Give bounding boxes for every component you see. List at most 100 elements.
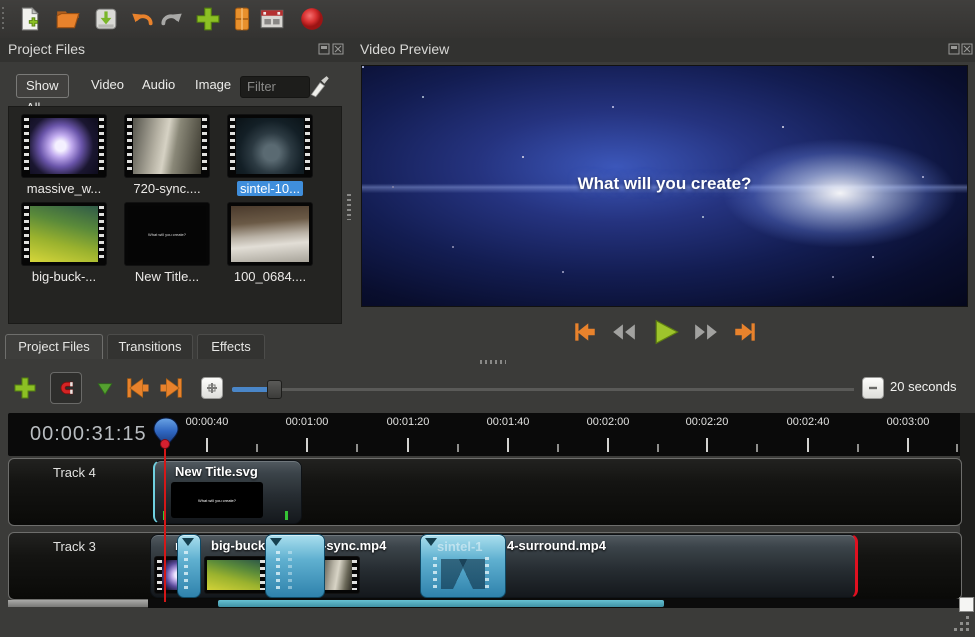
chevron-down-icon[interactable] (182, 538, 194, 546)
clip-big-buck-label: big-buck- (211, 538, 270, 553)
record-button[interactable] (296, 3, 328, 35)
file-thumbnail-bigbuck[interactable] (22, 203, 106, 265)
transition-1[interactable] (177, 534, 201, 598)
video-preview-panel-title: Video Preview (360, 41, 449, 57)
timeline-right-gutter (960, 413, 975, 597)
preview-overlay-text: What will you create? (362, 174, 967, 194)
project-files-list: What will you create? massive_w... 720-s… (8, 106, 342, 324)
save-project-button[interactable] (90, 3, 122, 35)
chevron-down-icon[interactable] (270, 538, 282, 546)
video-preview-close-icon[interactable] (961, 43, 973, 55)
transition-3[interactable]: sintel-1 (420, 534, 506, 598)
project-files-panel-title: Project Files (8, 41, 85, 57)
file-label[interactable]: New Title... (115, 269, 219, 284)
track-4-name: Track 4 (53, 465, 96, 480)
fast-forward-button[interactable] (693, 319, 719, 345)
video-preview-frame[interactable]: What will you create? (362, 66, 967, 306)
add-media-button[interactable] (192, 3, 224, 35)
zoom-out-icon (867, 382, 879, 394)
toolbar-drag-handle[interactable] (2, 7, 8, 31)
file-label[interactable]: 720-sync.... (115, 181, 219, 196)
clip-resize-handle[interactable] (285, 511, 288, 520)
clip-new-title-label: New Title.svg (175, 464, 258, 479)
track-4[interactable]: Track 4 New Title.svg What will you crea… (8, 458, 962, 526)
jump-end-button[interactable] (732, 319, 758, 345)
ruler-tick-label: 00:02:40 (773, 416, 843, 428)
choose-profile-icon (229, 6, 255, 32)
file-thumbnail-massive[interactable] (22, 115, 106, 177)
playhead-line[interactable] (164, 444, 166, 602)
playhead-marker[interactable] (152, 417, 180, 449)
record-icon (299, 6, 325, 32)
track-3-name: Track 3 (53, 539, 96, 554)
redo-button[interactable] (156, 3, 188, 35)
redo-icon (159, 6, 185, 32)
file-label[interactable]: 100_0684.... (218, 269, 322, 284)
track-header-footer (8, 600, 148, 607)
window-resize-grip[interactable] (966, 628, 969, 631)
rewind-button[interactable] (611, 319, 637, 345)
ruler-tick-label: 00:01:00 (272, 416, 342, 428)
transition-2[interactable] (265, 534, 325, 598)
project-files-float-icon[interactable] (318, 43, 330, 55)
open-project-icon (55, 6, 81, 32)
new-project-button[interactable] (14, 3, 46, 35)
ruler-tick-label: 00:01:40 (473, 416, 543, 428)
center-playhead-button[interactable] (201, 377, 223, 399)
clip-sync-label: -sync.mp4 (322, 538, 386, 553)
choose-profile-button[interactable] (226, 3, 258, 35)
tab-transitions[interactable]: Transitions (107, 334, 193, 359)
new-title-thumb-text: What will you create? (128, 206, 206, 262)
project-files-close-icon[interactable] (332, 43, 344, 55)
tab-effects[interactable]: Effects (197, 334, 265, 359)
file-thumbnail-1000684[interactable] (228, 203, 312, 265)
zoom-slider-track[interactable] (232, 388, 854, 391)
zoom-out-button[interactable] (862, 377, 884, 399)
tab-audio[interactable]: Audio (142, 74, 175, 96)
video-preview-float-icon[interactable] (948, 43, 960, 55)
add-marker-button[interactable] (96, 380, 114, 398)
undo-icon (129, 6, 155, 32)
add-track-button[interactable] (13, 376, 37, 400)
snapping-toggle[interactable] (50, 372, 82, 404)
dock-header-row: Project Files Video Preview (0, 38, 975, 62)
ruler-tick-label: 00:03:00 (873, 416, 943, 428)
tab-show-all[interactable]: Show All (16, 74, 69, 98)
tab-image[interactable]: Image (195, 74, 231, 96)
main-toolbar (0, 0, 975, 39)
file-thumbnail-newtitle[interactable]: What will you create? (125, 203, 209, 265)
panel-splitter-handle[interactable] (347, 194, 351, 220)
transport-controls (362, 314, 967, 350)
clip-sintel-label: 4-surround.mp4 (507, 538, 606, 553)
file-label[interactable]: massive_w... (12, 181, 116, 196)
scrollbar-corner (959, 597, 974, 612)
file-label-selected[interactable]: sintel-10... (218, 181, 322, 196)
tab-project-files[interactable]: Project Files (5, 334, 103, 359)
clip-new-title[interactable]: New Title.svg What will you create? (153, 460, 302, 524)
next-marker-button[interactable] (157, 374, 185, 402)
undo-button[interactable] (126, 3, 158, 35)
ruler-tick-label: 00:00:40 (172, 416, 242, 428)
open-project-button[interactable] (52, 3, 84, 35)
new-project-icon (17, 6, 43, 32)
zoom-scale-label: 20 seconds (890, 379, 957, 394)
tab-video[interactable]: Video (91, 74, 124, 96)
file-thumbnail-720sync[interactable] (125, 115, 209, 177)
zoom-slider-handle[interactable] (267, 380, 282, 399)
save-project-icon (93, 6, 119, 32)
play-button[interactable] (650, 317, 680, 347)
filter-input[interactable]: Filter (240, 76, 310, 98)
track-3[interactable]: Track 3 m big-buck- -sync.mp4 (8, 532, 962, 600)
file-thumbnail-sintel[interactable] (228, 115, 312, 177)
file-label[interactable]: big-buck-... (12, 269, 116, 284)
previous-marker-button[interactable] (124, 374, 152, 402)
jump-start-button[interactable] (572, 319, 598, 345)
clear-filter-brush-icon[interactable] (306, 74, 332, 100)
clip-sintel-ghost-label: sintel-1 (437, 539, 483, 554)
horizontal-splitter-handle[interactable] (480, 360, 506, 364)
horizontal-scrollbar-thumb[interactable] (218, 600, 664, 607)
magnet-icon (56, 378, 76, 398)
ruler-tick-label: 00:01:20 (373, 416, 443, 428)
export-video-button[interactable] (256, 3, 288, 35)
chevron-down-icon[interactable] (425, 538, 437, 546)
